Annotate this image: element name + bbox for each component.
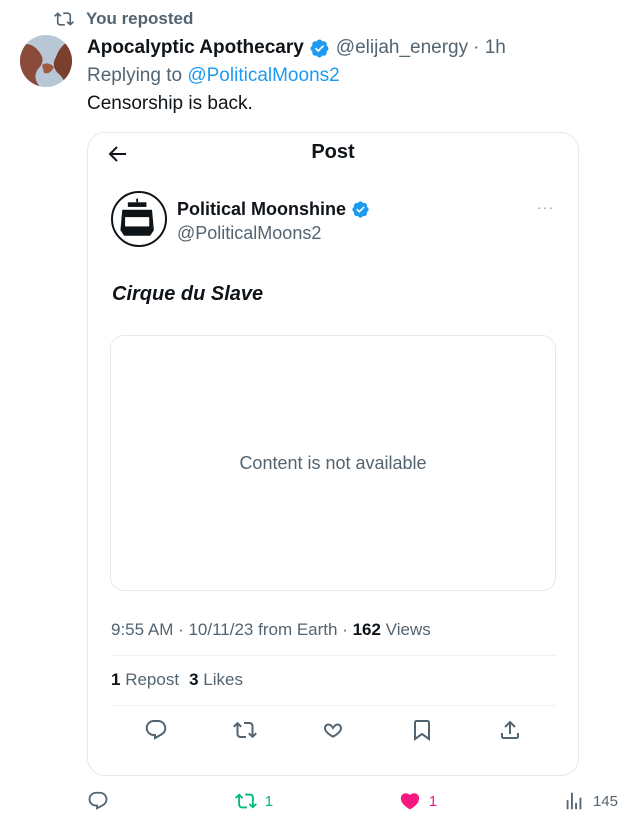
repost-icon bbox=[54, 12, 74, 26]
likes-label: Likes bbox=[198, 670, 243, 689]
card-title: Post bbox=[311, 141, 355, 163]
reply-action[interactable] bbox=[87, 790, 109, 812]
repost-indicator: You reposted bbox=[54, 9, 193, 29]
timestamp-text[interactable]: 9:55 AM · 10/11/23 from Earth · bbox=[111, 620, 353, 639]
views-action[interactable]: 145 bbox=[563, 790, 618, 812]
replying-to: Replying to @PoliticalMoons2 bbox=[87, 65, 340, 87]
repost-icon[interactable] bbox=[232, 718, 257, 742]
reposts-label: Repost bbox=[120, 670, 180, 689]
views-count: 162 bbox=[352, 620, 381, 639]
avatar-image bbox=[20, 35, 72, 87]
more-options-icon[interactable]: ··· bbox=[537, 199, 554, 215]
quoted-text: Cirque du Slave bbox=[112, 283, 264, 305]
tweet-text: Censorship is back. bbox=[87, 93, 253, 114]
author-name[interactable]: Apocalyptic Apothecary bbox=[87, 37, 304, 59]
reply-icon[interactable] bbox=[87, 790, 109, 812]
quoted-author-name[interactable]: Political Moonshine bbox=[177, 199, 376, 220]
unavailable-message: Content is not available bbox=[239, 452, 427, 473]
tweet-action-bar: 1 1 145 bbox=[87, 790, 618, 812]
quoted-post-card[interactable]: Post Political Moonshine @PoliticalMoons… bbox=[87, 132, 579, 776]
repost-icon[interactable] bbox=[234, 790, 257, 812]
like-action[interactable]: 1 bbox=[399, 790, 437, 812]
quoted-name-text: Political Moonshine bbox=[177, 199, 347, 219]
replying-prefix: Replying to bbox=[87, 65, 188, 86]
like-icon[interactable] bbox=[321, 718, 345, 742]
avatar[interactable] bbox=[20, 35, 72, 87]
bookmark-icon[interactable] bbox=[410, 718, 434, 742]
tweet-time[interactable]: · 1h bbox=[473, 37, 506, 59]
verified-badge-icon bbox=[352, 201, 369, 218]
divider bbox=[110, 655, 556, 656]
post-timestamp: 9:55 AM · 10/11/23 from Earth · 162 View… bbox=[111, 620, 431, 640]
author-handle[interactable]: @elijah_energy bbox=[336, 37, 468, 59]
views-count: 145 bbox=[592, 792, 618, 810]
repost-action[interactable]: 1 bbox=[234, 790, 274, 812]
repost-label: You reposted bbox=[86, 9, 194, 28]
reply-icon[interactable] bbox=[144, 718, 168, 742]
views-label: Views bbox=[380, 620, 431, 639]
quoted-avatar[interactable] bbox=[111, 191, 167, 247]
moonshine-jar-icon bbox=[120, 198, 154, 236]
quoted-author-handle[interactable]: @PoliticalMoons2 bbox=[177, 223, 321, 244]
likes-stat[interactable]: 3 Likes bbox=[189, 670, 243, 690]
share-icon[interactable] bbox=[498, 718, 522, 742]
replying-mention-link[interactable]: @PoliticalMoons2 bbox=[187, 65, 339, 86]
likes-count: 3 bbox=[189, 670, 199, 689]
media-unavailable-box: Content is not available bbox=[110, 335, 556, 591]
like-count: 1 bbox=[428, 792, 438, 810]
analytics-icon[interactable] bbox=[563, 790, 585, 812]
tweet-header: Apocalyptic Apothecary @elijah_energy · … bbox=[87, 37, 506, 59]
quoted-action-bar bbox=[144, 718, 522, 742]
repost-count: 1 bbox=[264, 792, 274, 810]
engagement-stats: 1 Repost 3 Likes bbox=[111, 670, 243, 690]
heart-filled-icon[interactable] bbox=[399, 790, 421, 812]
reposts-stat[interactable]: 1 Repost bbox=[111, 670, 179, 690]
verified-badge-icon bbox=[310, 39, 329, 57]
divider bbox=[110, 705, 556, 706]
